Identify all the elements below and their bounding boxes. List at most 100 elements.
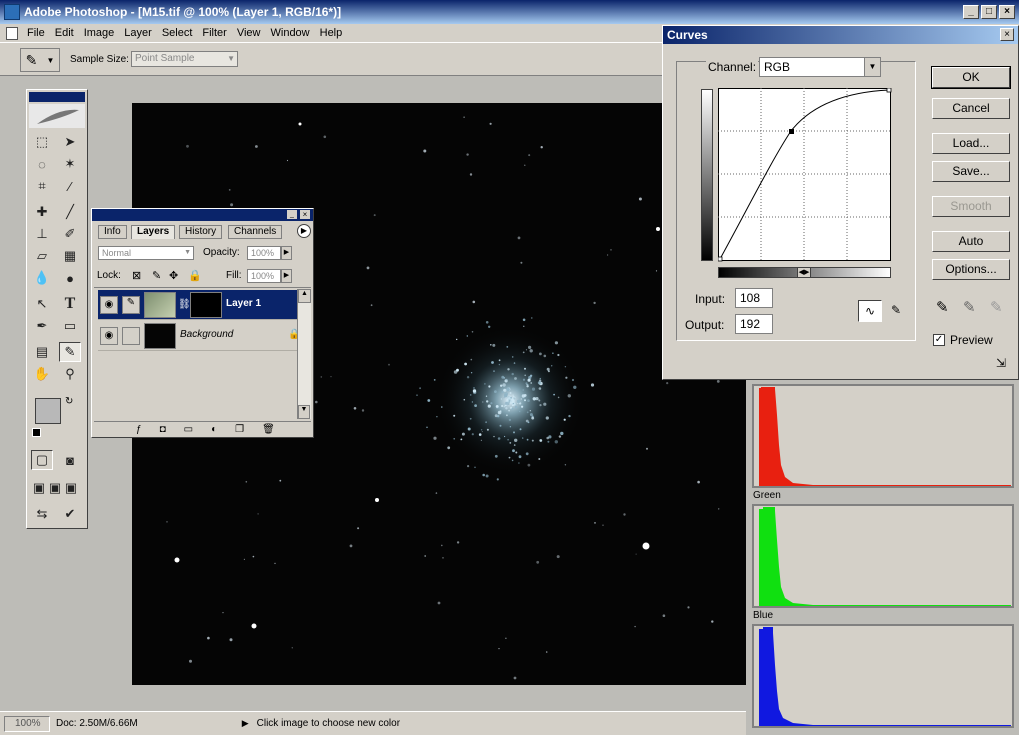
minimize-button[interactable]: _: [963, 5, 979, 19]
curve-mode-icon[interactable]: ∿: [858, 300, 882, 322]
tool-preset-picker[interactable]: ✎ ▼: [20, 48, 60, 72]
move-tool-icon[interactable]: ➤: [59, 132, 81, 152]
palette-title-bar[interactable]: _ ×: [92, 209, 313, 221]
visibility-eye-icon[interactable]: ◉: [100, 327, 118, 345]
gray-eyedropper-icon[interactable]: ✎: [963, 298, 976, 316]
brush-link-empty[interactable]: [122, 327, 140, 345]
layer-row-layer1[interactable]: ◉ ✎ ⛓ Layer 1: [98, 290, 298, 320]
lock-image-icon[interactable]: ✎: [152, 269, 161, 282]
layer1-mask-thumbnail[interactable]: [190, 292, 222, 318]
add-mask-icon[interactable]: ◘: [160, 424, 166, 435]
eyedropper-tool-icon[interactable]: ✎: [59, 342, 81, 362]
options-button[interactable]: Options...: [932, 259, 1010, 280]
lock-position-icon[interactable]: ✥: [169, 269, 178, 282]
marquee-tool-icon[interactable]: ⬚: [31, 132, 53, 152]
tab-history[interactable]: History: [179, 225, 223, 239]
save-button[interactable]: Save...: [932, 161, 1010, 182]
curve-endpoint-black[interactable]: [718, 256, 723, 262]
lock-transparency-icon[interactable]: ⊠: [132, 269, 141, 282]
layers-scrollbar[interactable]: ▲ ▼: [297, 289, 311, 419]
quick-mask-mode-icon[interactable]: ◙: [59, 450, 81, 470]
auto-button[interactable]: Auto: [932, 231, 1010, 252]
menu-image[interactable]: Image: [79, 27, 120, 39]
load-button[interactable]: Load...: [932, 133, 1010, 154]
channel-select[interactable]: RGB ▼: [759, 57, 881, 77]
visibility-eye-icon[interactable]: ◉: [100, 296, 118, 314]
curves-title-bar[interactable]: Curves: [663, 26, 1018, 44]
hand-tool-icon[interactable]: ✋: [31, 364, 53, 384]
dodge-tool-icon[interactable]: ●: [59, 268, 81, 288]
default-colors-icon[interactable]: [32, 428, 41, 437]
history-brush-icon[interactable]: ✐: [59, 224, 81, 244]
trash-icon[interactable]: 🗑: [262, 424, 275, 435]
layer-style-icon[interactable]: ƒ: [136, 424, 142, 435]
notes-tool-icon[interactable]: ▤: [31, 342, 53, 362]
cancel-button[interactable]: Cancel: [932, 98, 1010, 119]
clone-stamp-icon[interactable]: ⊥: [31, 224, 53, 244]
zoom-tool-icon[interactable]: ⚲: [59, 364, 81, 384]
gradient-direction-toggle[interactable]: ◀▶: [797, 267, 811, 278]
maximize-button[interactable]: □: [981, 5, 997, 19]
zoom-field[interactable]: 100%: [4, 715, 50, 732]
standard-mode-icon[interactable]: ▢: [31, 450, 53, 470]
jump-to-imageready-icon[interactable]: ⇆: [31, 504, 53, 524]
type-tool-icon[interactable]: T: [59, 294, 81, 314]
brush-tool-icon[interactable]: ╱: [59, 202, 81, 222]
magic-wand-icon[interactable]: ✶: [59, 154, 81, 174]
crop-tool-icon[interactable]: ⌗: [31, 176, 53, 196]
document-icon[interactable]: [6, 26, 18, 40]
full-screen-menu-icon[interactable]: ▣: [47, 478, 63, 498]
preview-checkbox[interactable]: ✓: [933, 334, 945, 346]
lasso-tool-icon[interactable]: ◌: [31, 154, 53, 174]
black-eyedropper-icon[interactable]: ✎: [936, 298, 949, 316]
swap-colors-icon[interactable]: ↻: [65, 396, 73, 407]
shape-tool-icon[interactable]: ▭: [59, 316, 81, 336]
blend-mode-select[interactable]: Normal ▼: [98, 246, 194, 260]
expand-dialog-icon[interactable]: ⇲: [996, 356, 1006, 370]
scroll-up-icon[interactable]: ▲: [298, 289, 311, 303]
new-layer-icon[interactable]: ❐: [235, 424, 244, 435]
scroll-down-icon[interactable]: ▼: [298, 405, 310, 419]
new-set-icon[interactable]: ▭: [184, 424, 193, 435]
eraser-tool-icon[interactable]: ▱: [31, 246, 53, 266]
menu-view[interactable]: View: [232, 27, 266, 39]
pencil-mode-icon[interactable]: ✎: [885, 300, 907, 322]
gradient-tool-icon[interactable]: ▦: [59, 246, 81, 266]
tab-info[interactable]: Info: [98, 225, 127, 239]
menu-edit[interactable]: Edit: [50, 27, 79, 39]
curve-graph[interactable]: [718, 88, 892, 262]
status-menu-arrow-icon[interactable]: ▶: [242, 718, 249, 729]
palette-close-button[interactable]: ×: [300, 210, 310, 219]
tab-channels[interactable]: Channels: [228, 225, 283, 239]
curve-point[interactable]: [789, 129, 794, 134]
menu-help[interactable]: Help: [315, 27, 348, 39]
input-field[interactable]: 108: [735, 288, 773, 308]
layer1-thumbnail[interactable]: [144, 292, 176, 318]
menu-file[interactable]: File: [22, 27, 50, 39]
opacity-field[interactable]: 100%: [247, 246, 281, 260]
fill-arrow-icon[interactable]: ▶: [281, 269, 292, 283]
healing-brush-icon[interactable]: ✚: [31, 202, 53, 222]
curve-endpoint-white[interactable]: [886, 88, 892, 93]
path-selection-icon[interactable]: ↖: [31, 294, 53, 314]
brush-link-icon[interactable]: ✎: [122, 296, 140, 314]
layer-row-background[interactable]: ◉ Background 🔒: [98, 321, 300, 351]
check-icon[interactable]: ✔: [59, 504, 81, 524]
menu-filter[interactable]: Filter: [197, 27, 231, 39]
pen-tool-icon[interactable]: ✒: [31, 316, 53, 336]
slice-tool-icon[interactable]: ⁄: [59, 176, 81, 196]
fill-field[interactable]: 100%: [247, 269, 281, 283]
menu-window[interactable]: Window: [266, 27, 315, 39]
output-field[interactable]: 192: [735, 314, 773, 334]
lock-all-icon[interactable]: 🔒: [188, 269, 202, 282]
full-screen-icon[interactable]: ▣: [63, 478, 79, 498]
background-thumbnail[interactable]: [144, 323, 176, 349]
white-eyedropper-icon[interactable]: ✎: [990, 298, 1003, 316]
ok-button[interactable]: OK: [931, 66, 1011, 89]
adjustment-layer-icon[interactable]: ◐: [211, 424, 217, 435]
opacity-arrow-icon[interactable]: ▶: [281, 246, 292, 260]
menu-select[interactable]: Select: [157, 27, 198, 39]
blur-tool-icon[interactable]: 💧: [31, 268, 53, 288]
close-button[interactable]: ×: [999, 5, 1015, 19]
curves-close-button[interactable]: ×: [1000, 28, 1014, 41]
